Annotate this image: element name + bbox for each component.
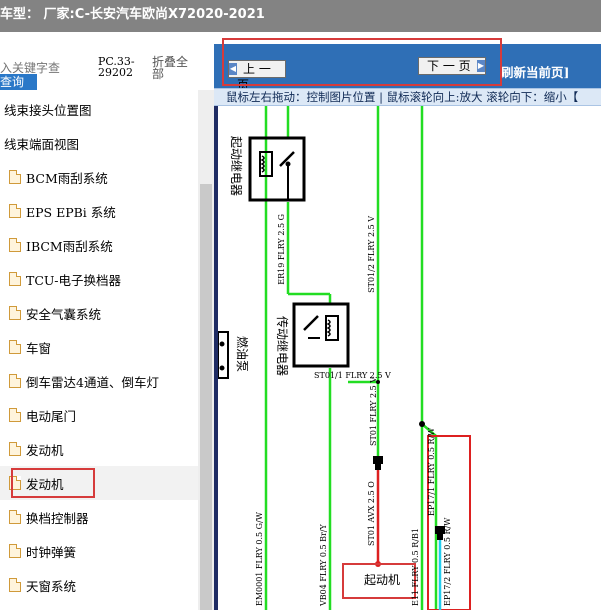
wire-label-st01-flry: ST01 FLRY 2.5 V xyxy=(369,377,378,446)
tree-item[interactable]: BCM雨刮系统 xyxy=(0,160,198,194)
document-icon xyxy=(9,238,21,252)
fuel-pump-label: 燃油泵 xyxy=(235,336,250,372)
document-icon xyxy=(9,170,21,184)
tree-item-label: 发动机 xyxy=(26,442,64,458)
tree-item[interactable]: EPS EPBi 系统 xyxy=(0,194,198,228)
start-relay-label: 起动继电器 xyxy=(229,136,243,196)
tree-item[interactable]: 安全气囊系统 xyxy=(0,296,198,330)
tree-item[interactable]: IBCM雨刮系统 xyxy=(0,228,198,262)
diagram-viewer: ◀ 上 一 页 下 一 页 ▶ 刷新当前页] 鼠标左右拖动：控制图片位置 | 鼠… xyxy=(214,38,601,610)
left-scrollbar-thumb[interactable] xyxy=(200,184,212,610)
document-icon xyxy=(9,204,21,218)
tree-item-label: 电动尾门 xyxy=(26,408,77,424)
wire-label-e11: E11 FLRY 0.5 R/B1 xyxy=(411,528,420,606)
tree-item-label: 安全气囊系统 xyxy=(26,306,102,322)
wire-label-em0001: EM0001 FLRY 0.5 G/W xyxy=(255,511,264,606)
document-icon xyxy=(9,544,21,558)
tree-item-selected[interactable]: 发动机 xyxy=(0,466,198,500)
tree-item[interactable]: 换档控制器 xyxy=(0,500,198,534)
tree-item[interactable]: 电动尾门 xyxy=(0,398,198,432)
tree-item-label: 时钟弹簧 xyxy=(26,544,77,560)
mouse-hint-bar: 鼠标左右拖动：控制图片位置 | 鼠标滚轮向上:放大 滚轮向下：缩小【 xyxy=(214,88,601,106)
tree-item-label: TCU-电子换档器 xyxy=(26,272,121,288)
tree-item-label: 发动机 xyxy=(26,476,64,492)
wire-label-st011: ST01/1 FLRY 2.5 V xyxy=(314,371,391,380)
transmission-relay-label: 传动继电器 xyxy=(275,316,290,376)
document-icon xyxy=(9,374,21,388)
tree-item[interactable]: 天窗系统 xyxy=(0,568,198,602)
arrow-left-icon: ◀ xyxy=(229,63,237,75)
document-icon xyxy=(9,442,21,456)
tree-item-label: 换档控制器 xyxy=(26,510,89,526)
wire-label-vb04: VB04 FLRY 0.5 Br/Y xyxy=(319,523,328,607)
tree-item[interactable]: 车窗 xyxy=(0,330,198,364)
wire-label-ep17-1: EP17/1 FLRY 0.5 R/W xyxy=(427,427,436,516)
transmission-relay xyxy=(292,302,350,368)
tree-item-label: 线束端面视图 xyxy=(4,136,80,152)
wiring-diagram[interactable]: 起动继电器 传动继电器 燃油泵 起动机 ER19 FLRY 2.5 G ST01… xyxy=(214,106,601,610)
tree-list: 线束接头位置图 线束端面视图 BCM雨刮系统 EPS EPBi 系统 IBCM雨… xyxy=(0,92,198,602)
wire-label-ep17-2: EP17/2 FLRY 0.5 R/W xyxy=(443,517,452,606)
refresh-page-button[interactable]: 刷新当前页] xyxy=(501,62,569,81)
tree-item[interactable]: 线束接头位置图 xyxy=(0,92,198,126)
tree-item[interactable]: 时钟弹簧 xyxy=(0,534,198,568)
tree-item-label: 天窗系统 xyxy=(26,578,77,594)
next-page-button[interactable]: 下 一 页 ▶ xyxy=(418,57,486,75)
document-icon xyxy=(9,510,21,524)
tree-item-label: BCM雨刮系统 xyxy=(26,170,108,186)
wire-label-st01-avx: ST01 AVX 2.5 O xyxy=(367,481,376,546)
starter-label: 起动机 xyxy=(364,573,400,587)
tree-item[interactable]: TCU-电子换档器 xyxy=(0,262,198,296)
left-panel: 查询 PC.33-29202 折叠全部 线束接头位置图 线束端面视图 BCM雨刮… xyxy=(0,44,214,610)
search-button[interactable]: 查询 xyxy=(0,74,37,90)
document-icon xyxy=(9,272,21,286)
tree-item-label: EPS EPBi 系统 xyxy=(26,204,116,220)
tree-item-label: IBCM雨刮系统 xyxy=(26,238,113,254)
start-relay xyxy=(248,136,306,202)
document-icon xyxy=(9,408,21,422)
window-title: 车型： 厂家:C-长安汽车欧尚X72020-2021 xyxy=(0,0,601,32)
page-nav-bar: ◀ 上 一 页 下 一 页 ▶ 刷新当前页] xyxy=(214,44,601,92)
tree-item[interactable]: 线束端面视图 xyxy=(0,126,198,160)
arrow-right-icon: ▶ xyxy=(477,60,485,72)
title-gap xyxy=(0,32,601,44)
wire-label-st012: ST01/2 FLRY 2.5 V xyxy=(367,216,376,293)
next-page-label: 下 一 页 xyxy=(427,59,471,73)
document-icon xyxy=(9,578,21,592)
collapse-all-button[interactable]: 折叠全部 xyxy=(152,56,196,80)
tree-item-label: 车窗 xyxy=(26,340,52,356)
wiring-diagram-svg: 起动继电器 传动继电器 燃油泵 起动机 ER19 FLRY 2.5 G ST01… xyxy=(218,106,471,610)
tree-item-label: 线束接头位置图 xyxy=(4,102,92,118)
connector-st01 xyxy=(373,456,383,470)
document-icon xyxy=(9,306,21,320)
tree-item-label: 倒车雷达4通道、倒车灯 xyxy=(26,374,159,390)
search-area: 查询 PC.33-29202 折叠全部 xyxy=(0,44,214,90)
document-icon xyxy=(9,476,21,490)
document-icon xyxy=(9,340,21,354)
pc-code: PC.33-29202 xyxy=(98,55,135,79)
fuel-pump xyxy=(218,331,229,379)
wire-label-er19: ER19 FLRY 2.5 G xyxy=(277,214,286,285)
tree-item[interactable]: 倒车雷达4通道、倒车灯 xyxy=(0,364,198,398)
prev-page-button[interactable]: ◀ 上 一 页 xyxy=(228,60,286,92)
tree-item[interactable]: 发动机 xyxy=(0,432,198,466)
junction-ep17 xyxy=(419,421,425,427)
